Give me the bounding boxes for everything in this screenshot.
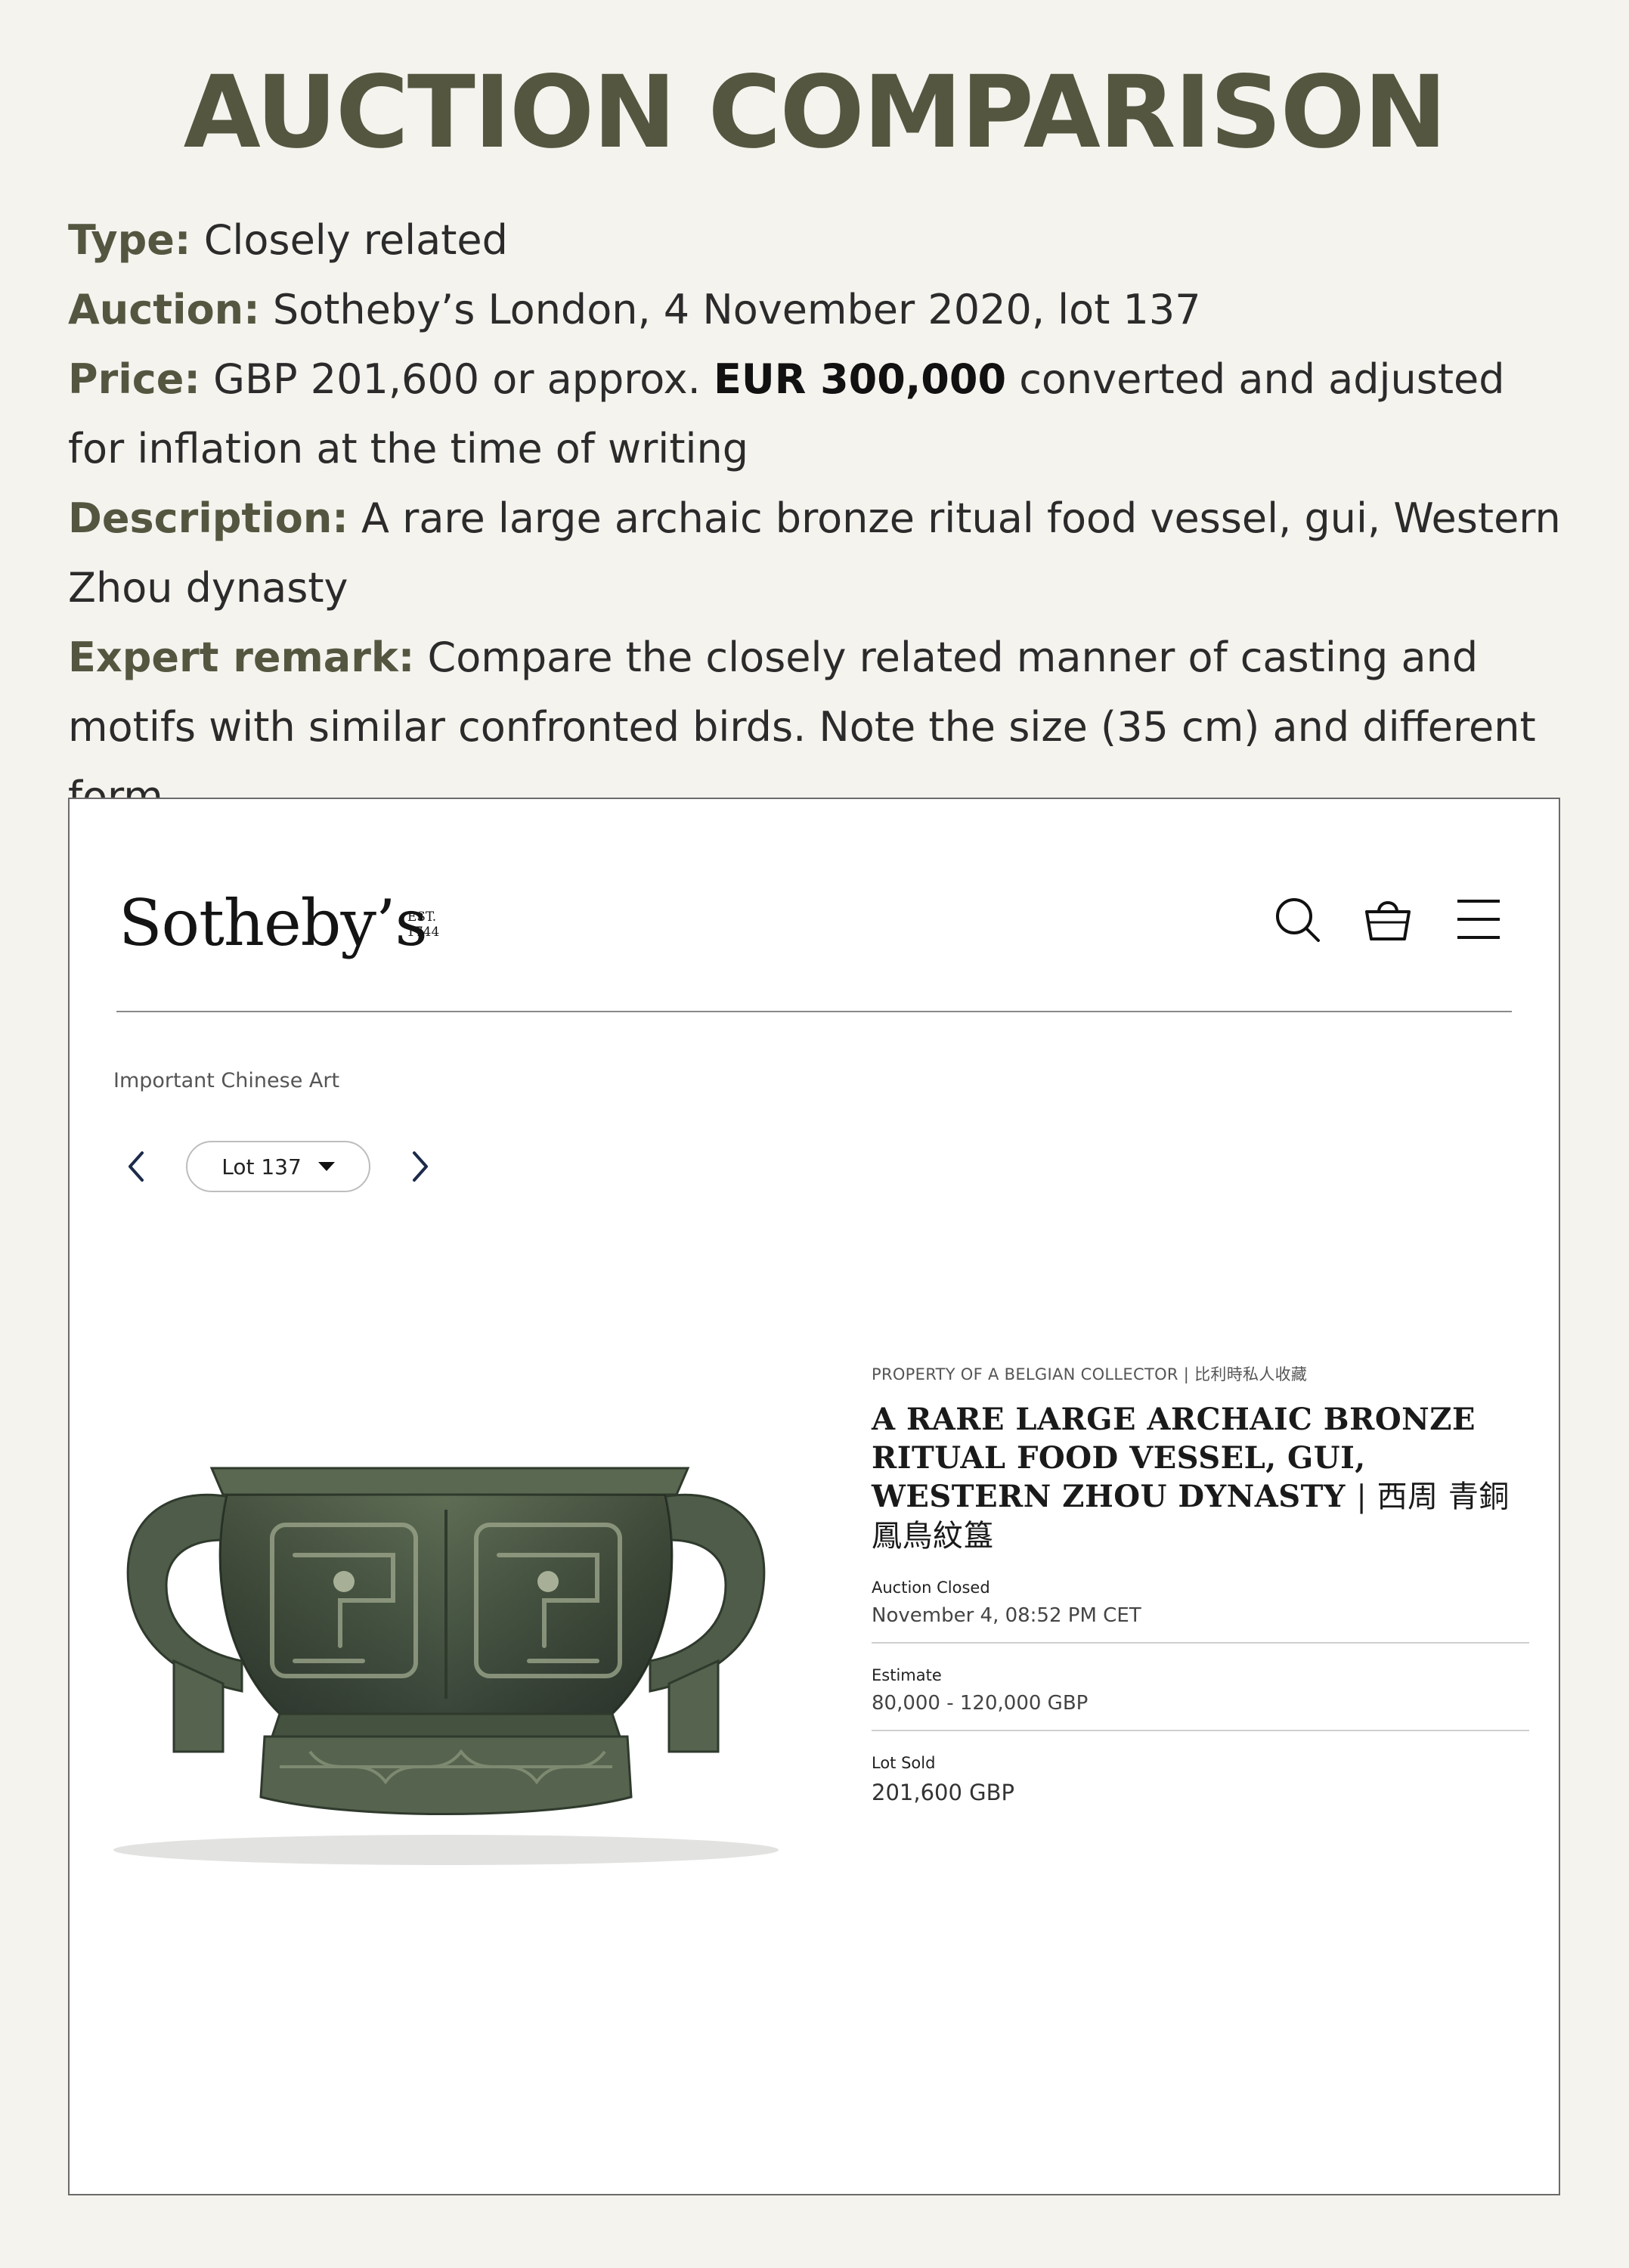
page-title: AUCTION COMPARISON [183,54,1448,171]
est-year: 1744 [407,925,440,940]
auction-label: Auction: [68,286,260,333]
sothebys-logo[interactable]: Sotheby’s [119,886,428,960]
chevron-left-icon[interactable] [122,1147,150,1186]
auction-value: Sotheby’s London, 4 November 2020, lot 1… [272,286,1201,333]
type-label: Type: [68,216,191,264]
auction-closed-field: Auction Closed November 4, 08:52 PM CET [872,1579,1529,1644]
lot-title: A RARE LARGE ARCHAIC BRONZE RITUAL FOOD … [872,1400,1529,1556]
type-row: Type: Closely related [68,206,1572,275]
price-value: GBP 201,600 or approx. [213,355,701,403]
description-row: Description: A rare large archaic bronze… [68,484,1572,623]
price-eur: EUR 300,000 [713,355,1007,403]
lot-navigation: Lot 137 [122,1141,434,1192]
lot-selector-label: Lot 137 [221,1154,302,1179]
bronze-gui-vessel-image [113,1467,779,1865]
search-icon[interactable] [1271,894,1323,945]
price-row: Price: GBP 201,600 or approx. EUR 300,00… [68,345,1572,484]
logo-est-mark: EST. 1744 [407,909,440,940]
chevron-right-icon[interactable] [407,1147,434,1186]
estimate-field: Estimate 80,000 - 120,000 GBP [872,1666,1529,1731]
estimate-label: Estimate [872,1666,942,1684]
caret-down-icon [317,1162,335,1171]
shopping-bag-icon[interactable] [1362,894,1414,945]
estimate-value: 80,000 - 120,000 GBP [872,1692,1089,1715]
auction-closed-label: Auction Closed [872,1579,990,1597]
remark-label: Expert remark: [68,634,415,681]
sothebys-screenshot: Sotheby’s EST. 1744 Important Chinese Ar… [68,798,1560,2195]
description-label: Description: [68,494,348,542]
header-icons [1271,894,1504,945]
breadcrumb[interactable]: Important Chinese Art [113,1069,339,1092]
price-label: Price: [68,355,200,403]
type-value: Closely related [203,216,508,264]
lot-sold-label: Lot Sold [872,1754,936,1772]
est-label: EST. [407,909,437,925]
lot-details: PROPERTY OF A BELGIAN COLLECTOR | 比利時私人收… [872,1362,1529,1820]
header-divider [116,1011,1512,1012]
comparison-info: Type: Closely related Auction: Sotheby’s… [68,206,1572,832]
auction-closed-value: November 4, 08:52 PM CET [872,1604,1141,1627]
lot-selector[interactable]: Lot 137 [186,1141,370,1192]
lot-sold-value: 201,600 GBP [872,1780,1014,1805]
auction-row: Auction: Sotheby’s London, 4 November 20… [68,275,1572,345]
hamburger-menu-icon[interactable] [1453,894,1504,945]
provenance-label: PROPERTY OF A BELGIAN COLLECTOR | 比利時私人收… [872,1365,1308,1383]
lot-sold-field: Lot Sold 201,600 GBP [872,1754,1529,1820]
